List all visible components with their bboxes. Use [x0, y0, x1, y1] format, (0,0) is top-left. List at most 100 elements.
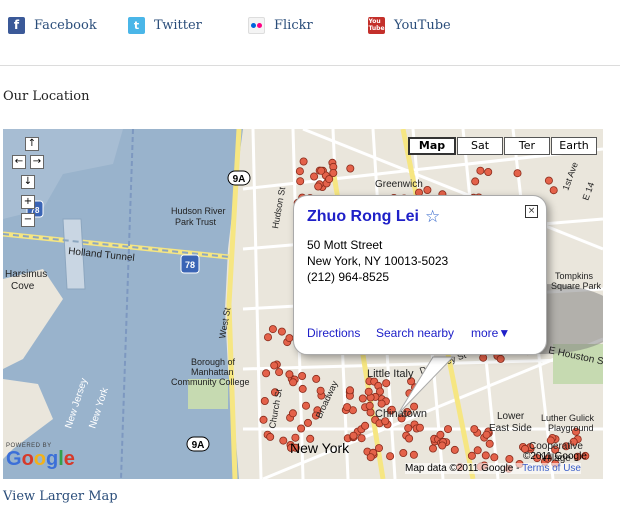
map-marker[interactable] — [476, 166, 485, 175]
more-link[interactable]: more▼ — [471, 326, 510, 340]
facebook-link[interactable]: f Facebook — [8, 14, 97, 36]
place-street: 50 Mott Street — [307, 238, 383, 252]
embedded-map[interactable]: 9A 9A 78 78 Greenwich Hudson River Park … — [3, 129, 603, 479]
label-tompkins: Tompkins — [555, 271, 594, 281]
map-marker[interactable] — [314, 182, 323, 191]
map-marker[interactable] — [270, 361, 279, 370]
map-marker[interactable] — [268, 325, 277, 334]
map-marker[interactable] — [325, 175, 334, 184]
view-larger-map-link[interactable]: View Larger Map — [3, 489, 118, 504]
map-marker[interactable] — [298, 371, 307, 380]
map-marker[interactable] — [365, 401, 374, 410]
map-type-earth[interactable]: Earth — [551, 137, 597, 155]
map-marker[interactable] — [423, 186, 432, 195]
map-marker[interactable] — [436, 430, 445, 439]
twitter-icon: t — [128, 16, 145, 34]
map-marker[interactable] — [485, 439, 494, 448]
map-marker[interactable] — [346, 164, 355, 173]
map-marker[interactable] — [405, 434, 414, 443]
map-marker[interactable] — [343, 403, 352, 412]
map-marker[interactable] — [262, 369, 271, 378]
map-marker[interactable] — [549, 186, 558, 195]
map-type-ter[interactable]: Ter — [504, 137, 550, 155]
map-marker[interactable] — [409, 450, 418, 459]
star-icon[interactable]: ☆ — [425, 207, 440, 227]
map-marker[interactable] — [470, 425, 479, 434]
map-marker[interactable] — [289, 378, 298, 387]
map-marker[interactable] — [490, 453, 499, 462]
map-marker[interactable] — [301, 401, 310, 410]
map-marker[interactable] — [310, 172, 319, 181]
map-marker[interactable] — [450, 445, 459, 454]
map-marker[interactable] — [399, 448, 408, 457]
map-marker[interactable] — [279, 436, 288, 445]
map-marker[interactable] — [443, 425, 452, 434]
map-type-map[interactable]: Map — [408, 137, 456, 155]
terms-of-use-link[interactable]: Terms of Use — [522, 463, 581, 474]
map-marker[interactable] — [317, 166, 326, 175]
map-marker[interactable] — [374, 444, 383, 453]
close-icon[interactable]: × — [525, 205, 538, 218]
pan-up-button[interactable]: ↑ — [25, 137, 39, 151]
map-marker[interactable] — [296, 177, 305, 186]
map-marker[interactable] — [386, 452, 395, 461]
search-nearby-link[interactable]: Search nearby — [376, 326, 454, 340]
map-marker[interactable] — [285, 334, 294, 343]
map-marker[interactable] — [345, 386, 354, 395]
youtube-icon: You Tube — [368, 16, 385, 34]
map-marker[interactable] — [404, 424, 413, 433]
label-new-york: New York — [290, 440, 350, 456]
map-marker[interactable] — [298, 384, 307, 393]
map-marker[interactable] — [358, 394, 367, 403]
map-marker[interactable] — [366, 453, 375, 462]
map-marker[interactable] — [438, 441, 447, 450]
map-marker[interactable] — [277, 327, 286, 336]
map-marker[interactable] — [312, 374, 321, 383]
map-marker[interactable] — [357, 434, 366, 443]
map-marker[interactable] — [467, 451, 476, 460]
directions-link[interactable]: Directions — [307, 326, 360, 340]
map-marker[interactable] — [377, 399, 386, 408]
label-hudson-park: Hudson River — [171, 206, 226, 216]
map-marker[interactable] — [382, 379, 391, 388]
youtube-link[interactable]: You Tube YouTube — [368, 14, 451, 36]
flickr-link[interactable]: Flickr — [248, 14, 313, 36]
map-marker[interactable] — [364, 387, 373, 396]
map-marker[interactable] — [266, 432, 275, 441]
label-bmcc-2: Manhattan — [191, 367, 234, 377]
pan-left-button[interactable]: ← — [12, 155, 26, 169]
zoom-in-button[interactable]: + — [21, 195, 35, 209]
facebook-label: Facebook — [34, 17, 97, 33]
twitter-link[interactable]: t Twitter — [128, 14, 202, 36]
map-marker[interactable] — [297, 424, 306, 433]
map-marker[interactable] — [481, 451, 490, 460]
map-type-sat[interactable]: Sat — [457, 137, 503, 155]
google-logo[interactable]: POWERED BY Google — [6, 443, 75, 469]
map-marker[interactable] — [349, 431, 358, 440]
map-marker[interactable] — [544, 176, 553, 185]
map-marker[interactable] — [375, 387, 384, 396]
map-marker[interactable] — [303, 418, 312, 427]
label-bmcc-1: Borough of — [191, 357, 236, 367]
map-marker[interactable] — [479, 353, 488, 362]
map-marker[interactable] — [505, 454, 514, 463]
map-marker[interactable] — [428, 444, 437, 453]
map-marker[interactable] — [259, 415, 268, 424]
map-marker[interactable] — [361, 421, 370, 430]
map-marker[interactable] — [295, 167, 304, 176]
map-marker[interactable] — [415, 423, 424, 432]
map-marker[interactable] — [496, 354, 505, 363]
map-marker[interactable] — [473, 446, 482, 455]
place-name[interactable]: Zhuo Rong Lei — [307, 208, 419, 226]
map-marker[interactable] — [275, 368, 284, 377]
map-marker[interactable] — [484, 168, 493, 177]
map-marker[interactable] — [263, 333, 272, 342]
map-marker[interactable] — [288, 409, 297, 418]
zoom-out-button[interactable]: − — [21, 213, 35, 227]
pan-down-button[interactable]: ↓ — [21, 175, 35, 189]
pan-right-button[interactable]: → — [30, 155, 44, 169]
map-marker[interactable] — [471, 177, 480, 186]
map-marker[interactable] — [299, 157, 308, 166]
map-marker[interactable] — [260, 396, 269, 405]
map-marker[interactable] — [513, 169, 522, 178]
